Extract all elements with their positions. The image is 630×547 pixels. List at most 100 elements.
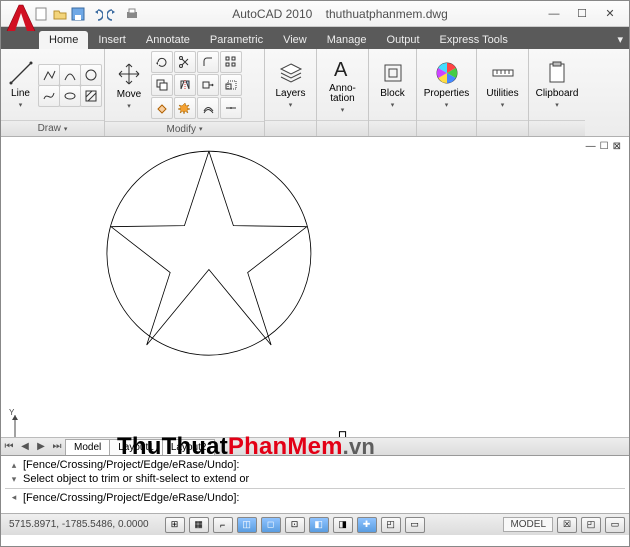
array-button[interactable]	[220, 51, 242, 73]
tab-express-tools[interactable]: Express Tools	[430, 31, 518, 49]
drawing-area[interactable]: — ☐ ⊠ Y X ⏮ ◀ ▶ ⏭ Model Layout1 Layout	[1, 137, 629, 455]
properties-button[interactable]: Properties ▾	[427, 52, 467, 118]
quick-access-toolbar	[35, 7, 139, 21]
status-extra1[interactable]: ☒	[557, 517, 577, 533]
chevron-down-icon: ▾	[555, 101, 559, 109]
status-model-button[interactable]: MODEL	[503, 517, 553, 532]
erase-button[interactable]	[151, 97, 173, 119]
status-grid[interactable]: ▦	[189, 517, 209, 533]
command-window[interactable]: ▴ [Fence/Crossing/Project/Edge/eRase/Und…	[1, 455, 629, 513]
minimize-button[interactable]: —	[541, 4, 567, 24]
viewport-canvas[interactable]	[9, 141, 621, 443]
title-bar: AutoCAD 2010 thuthuatphanmem.dwg — ☐ ✕	[1, 1, 629, 27]
layout-next-button[interactable]: ▶	[33, 441, 49, 452]
status-otrack[interactable]: ◧	[309, 517, 329, 533]
title-text: AutoCAD 2010 thuthuatphanmem.dwg	[139, 7, 541, 21]
new-icon[interactable]	[35, 7, 49, 21]
status-qp[interactable]: ▭	[405, 517, 425, 533]
utilities-button[interactable]: Utilities ▾	[483, 52, 523, 118]
status-ducs[interactable]: ◨	[333, 517, 353, 533]
panel-modify: Move ▾ Modify ▾	[105, 49, 265, 136]
scale-button[interactable]	[220, 74, 242, 96]
tab-insert[interactable]: Insert	[88, 31, 136, 49]
tab-annotate[interactable]: Annotate	[136, 31, 200, 49]
chevron-down-icon: ▾	[501, 101, 505, 109]
arc-button[interactable]	[59, 64, 81, 86]
line-button[interactable]: Line ▾	[5, 52, 36, 118]
open-icon[interactable]	[53, 7, 67, 21]
print-icon[interactable]	[125, 7, 139, 21]
undo-icon[interactable]	[89, 7, 103, 21]
ribbon-collapse-button[interactable]: ▾	[611, 30, 629, 49]
svg-text:Y: Y	[9, 408, 15, 417]
spline-button[interactable]	[38, 85, 60, 107]
cmd-nav-left[interactable]: ◂	[5, 492, 23, 503]
layout-tab-layout1[interactable]: Layout1	[109, 439, 163, 455]
panel-draw-title: Draw	[38, 123, 61, 134]
trim-button[interactable]	[174, 51, 196, 73]
rotate-button[interactable]	[151, 51, 173, 73]
panel-layers: Layers ▾	[265, 49, 317, 136]
status-extra3[interactable]: ▭	[605, 517, 625, 533]
close-button[interactable]: ✕	[597, 4, 623, 24]
annotation-button[interactable]: A Anno- tation ▾	[323, 52, 363, 118]
join-button[interactable]	[220, 97, 242, 119]
hatch-button[interactable]	[80, 85, 102, 107]
circle-button[interactable]	[80, 64, 102, 86]
fillet-button[interactable]	[197, 51, 219, 73]
ellipse-button[interactable]	[59, 85, 81, 107]
layout-last-button[interactable]: ⏭	[49, 441, 65, 452]
save-icon[interactable]	[71, 7, 85, 21]
app-menu-button[interactable]	[5, 3, 37, 35]
offset-button[interactable]	[197, 97, 219, 119]
stretch-button[interactable]	[197, 74, 219, 96]
tab-home[interactable]: Home	[39, 31, 88, 49]
status-snap[interactable]: ⊞	[165, 517, 185, 533]
mirror-button[interactable]	[174, 74, 196, 96]
cmd-history-line: Select object to trim or shift-select to…	[23, 473, 625, 485]
layout-prev-button[interactable]: ◀	[17, 441, 33, 452]
chevron-down-icon[interactable]: ▾	[64, 125, 68, 133]
chevron-down-icon: ▾	[391, 101, 395, 109]
status-osnap[interactable]: ◻	[261, 517, 281, 533]
redo-icon[interactable]	[107, 7, 121, 21]
status-ortho[interactable]: ⌐	[213, 517, 233, 533]
layout-tab-model[interactable]: Model	[65, 439, 110, 455]
tab-view[interactable]: View	[273, 31, 317, 49]
status-polar[interactable]: ◫	[237, 517, 257, 533]
properties-label: Properties	[424, 88, 470, 99]
layout-tab-layout2[interactable]: Layout2	[162, 439, 216, 455]
status-dyn[interactable]: ✚	[357, 517, 377, 533]
cmd-input[interactable]: [Fence/Crossing/Project/Edge/eRase/Undo]…	[23, 492, 625, 504]
explode-button[interactable]	[174, 97, 196, 119]
chevron-down-icon[interactable]: ▾	[199, 125, 203, 133]
layers-icon	[278, 60, 304, 86]
color-wheel-icon	[434, 60, 460, 86]
cmd-history-prev[interactable]: ▴	[5, 460, 23, 471]
tab-manage[interactable]: Manage	[317, 31, 377, 49]
layout-tab-bar: ⏮ ◀ ▶ ⏭ Model Layout1 Layout2	[1, 437, 629, 455]
move-button[interactable]: Move ▾	[109, 52, 149, 118]
chevron-down-icon: ▾	[341, 106, 345, 114]
window-controls: — ☐ ✕	[541, 4, 623, 24]
tab-parametric[interactable]: Parametric	[200, 31, 273, 49]
copy-button[interactable]	[151, 74, 173, 96]
block-button[interactable]: Block ▾	[373, 52, 412, 118]
svg-text:A: A	[334, 59, 348, 81]
status-extra2[interactable]: ◰	[581, 517, 601, 533]
layout-first-button[interactable]: ⏮	[1, 441, 17, 452]
chevron-down-icon: ▾	[289, 101, 293, 109]
clipboard-button[interactable]: Clipboard ▾	[537, 52, 577, 118]
clipboard-label: Clipboard	[536, 88, 579, 99]
status-3dosnap[interactable]: ⊡	[285, 517, 305, 533]
maximize-button[interactable]: ☐	[569, 4, 595, 24]
panel-properties: Properties ▾	[417, 49, 477, 136]
cmd-history-next[interactable]: ▾	[5, 474, 23, 485]
ribbon: Line ▾ Draw ▾ Move ▾	[1, 49, 629, 137]
tab-output[interactable]: Output	[377, 31, 430, 49]
polyline-button[interactable]	[38, 64, 60, 86]
layers-button[interactable]: Layers ▾	[271, 52, 311, 118]
status-bar: 5715.8971, -1785.5486, 0.0000 ⊞ ▦ ⌐ ◫ ◻ …	[1, 513, 629, 535]
layers-label: Layers	[275, 88, 305, 99]
status-lwt[interactable]: ◰	[381, 517, 401, 533]
